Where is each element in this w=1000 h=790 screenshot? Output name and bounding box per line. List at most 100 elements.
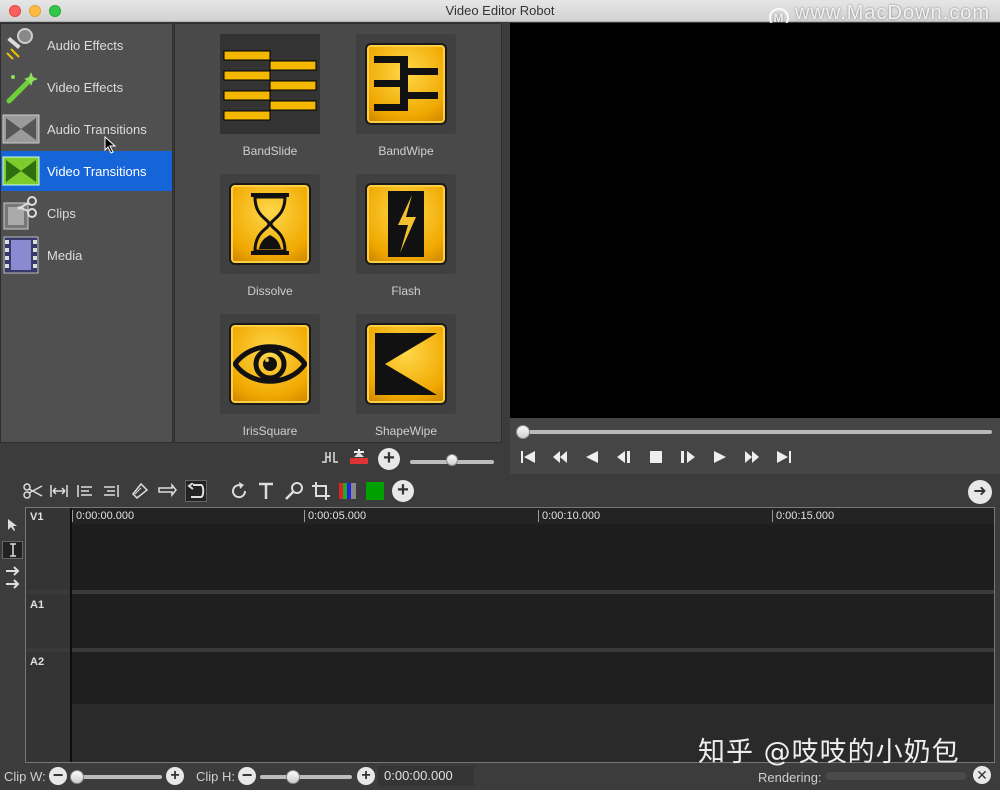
step-forward-icon[interactable] bbox=[678, 448, 698, 466]
effect-name: BandSlide bbox=[242, 144, 298, 158]
remove-effect-icon[interactable] bbox=[348, 448, 370, 469]
lightning-icon bbox=[356, 174, 456, 274]
triangle-icon bbox=[356, 314, 456, 414]
track-a2[interactable] bbox=[70, 652, 994, 704]
loop-icon[interactable] bbox=[156, 480, 178, 502]
play-icon[interactable] bbox=[710, 448, 730, 466]
clip-height-increase-button[interactable]: + bbox=[357, 767, 375, 785]
crop-icon[interactable] bbox=[310, 480, 332, 502]
category-panel: Audio Effects Video Effects Audio Transi… bbox=[0, 23, 173, 443]
category-audio-transitions[interactable]: Audio Transitions bbox=[1, 109, 172, 149]
window-title: Video Editor Robot bbox=[445, 3, 555, 18]
rotate-icon[interactable] bbox=[228, 480, 250, 502]
go-to-start-icon[interactable] bbox=[518, 448, 538, 466]
text-tool-icon[interactable] bbox=[255, 480, 277, 502]
video-preview bbox=[510, 23, 1000, 418]
track-label-a1: A1 bbox=[30, 599, 45, 611]
watermark-top-text: www.MacDown.com bbox=[794, 2, 990, 24]
clip-width-decrease-button[interactable]: − bbox=[49, 766, 67, 785]
effect-flash[interactable]: Flash bbox=[351, 174, 461, 304]
fast-rewind-icon[interactable] bbox=[550, 448, 570, 466]
hourglass-icon bbox=[220, 174, 320, 274]
clip-height-label: Clip H: bbox=[196, 769, 236, 784]
tool-palette bbox=[0, 507, 25, 763]
go-to-end-icon[interactable] bbox=[774, 448, 794, 466]
effect-name: IrisSquare bbox=[242, 424, 298, 438]
mouse-cursor-icon bbox=[104, 136, 117, 154]
category-audio-effects[interactable]: Audio Effects bbox=[1, 25, 172, 65]
track-label-v1: V1 bbox=[30, 511, 44, 523]
track-label-a2: A2 bbox=[30, 656, 45, 668]
category-label: Clips bbox=[47, 205, 76, 221]
clip-height-slider[interactable] bbox=[260, 775, 352, 779]
magic-wand-icon bbox=[1, 67, 41, 107]
clip-width-slider-knob[interactable] bbox=[70, 770, 84, 784]
fast-forward-icon[interactable] bbox=[742, 448, 762, 466]
export-arrow-button[interactable]: ➜ bbox=[968, 480, 992, 504]
clip-width-increase-button[interactable]: + bbox=[166, 767, 184, 785]
effect-name: Flash bbox=[391, 284, 421, 298]
clip-height-slider-knob[interactable] bbox=[286, 770, 300, 784]
effect-irissquare[interactable]: IrisSquare bbox=[215, 314, 325, 444]
eye-icon bbox=[220, 314, 320, 414]
category-label: Video Effects bbox=[47, 79, 124, 95]
category-label: Media bbox=[47, 247, 83, 263]
ruler-tick: 0:00:15.000 bbox=[772, 510, 834, 522]
add-track-button[interactable]: + bbox=[392, 480, 414, 502]
color-bars-icon[interactable] bbox=[337, 480, 359, 502]
time-ruler[interactable]: 0:00:00.000 0:00:05.000 0:00:10.000 0:00… bbox=[70, 508, 994, 524]
effect-bandslide[interactable]: BandSlide bbox=[215, 34, 325, 164]
effect-shapewipe[interactable]: ShapeWipe bbox=[351, 314, 461, 444]
watermark-bottom: 知乎 @吱吱的小奶包 bbox=[698, 737, 960, 768]
timeline: V1 A1 A2 0:00:00.000 0:00:05.000 0:00:10… bbox=[25, 507, 995, 763]
stop-icon[interactable] bbox=[646, 448, 666, 466]
minimize-window-button[interactable] bbox=[29, 5, 41, 17]
playhead[interactable] bbox=[70, 508, 72, 762]
zoom-window-button[interactable] bbox=[49, 5, 61, 17]
undo-icon[interactable] bbox=[185, 480, 207, 502]
step-back-icon[interactable] bbox=[614, 448, 634, 466]
category-label: Audio Effects bbox=[47, 37, 124, 53]
ruler-tick: 0:00:00.000 bbox=[72, 510, 134, 522]
zoom-icon[interactable] bbox=[283, 480, 305, 502]
rendering-label: Rendering: bbox=[758, 770, 822, 785]
film-scissors-icon bbox=[1, 193, 41, 233]
category-label: Video Transitions bbox=[47, 163, 147, 179]
marker-icon[interactable] bbox=[128, 480, 150, 502]
trim-end-icon[interactable] bbox=[100, 480, 122, 502]
move-all-tool-icon[interactable] bbox=[2, 575, 23, 593]
ruler-tick: 0:00:10.000 bbox=[538, 510, 600, 522]
effect-size-slider-knob[interactable] bbox=[446, 454, 458, 466]
track-a1[interactable] bbox=[70, 594, 994, 648]
add-effect-button[interactable]: + bbox=[378, 448, 400, 470]
category-video-effects[interactable]: Video Effects bbox=[1, 67, 172, 107]
cancel-render-button[interactable]: ✕ bbox=[973, 766, 991, 784]
transport-controls bbox=[510, 418, 1000, 474]
film-strip-icon bbox=[1, 235, 41, 275]
effect-dissolve[interactable]: Dissolve bbox=[215, 174, 325, 304]
scrub-knob[interactable] bbox=[516, 425, 530, 439]
trim-start-icon[interactable] bbox=[74, 480, 96, 502]
clip-width-label: Clip W: bbox=[4, 769, 46, 784]
clip-height-decrease-button[interactable]: − bbox=[238, 766, 256, 785]
green-screen-icon[interactable] bbox=[364, 480, 386, 502]
track-v1[interactable] bbox=[70, 524, 994, 590]
category-clips[interactable]: Clips bbox=[1, 193, 172, 233]
pointer-tool-icon[interactable] bbox=[2, 516, 23, 534]
category-video-transitions[interactable]: Video Transitions bbox=[1, 151, 172, 191]
scrub-bar[interactable] bbox=[518, 430, 992, 434]
split-icon[interactable] bbox=[320, 448, 340, 469]
category-label: Audio Transitions bbox=[47, 121, 147, 137]
effect-name: BandWipe bbox=[378, 144, 434, 158]
rendering-progress-bar bbox=[826, 772, 966, 780]
audio-effects-icon bbox=[1, 25, 41, 65]
effect-name: Dissolve bbox=[247, 284, 293, 298]
ibeam-tool-icon[interactable] bbox=[2, 541, 23, 559]
effect-bandwipe[interactable]: BandWipe bbox=[351, 34, 461, 164]
close-window-button[interactable] bbox=[9, 5, 21, 17]
trim-both-icon[interactable] bbox=[48, 480, 70, 502]
bandwipe-icon bbox=[356, 34, 456, 134]
play-reverse-icon[interactable] bbox=[582, 448, 602, 466]
scissors-icon[interactable] bbox=[22, 480, 44, 502]
category-media[interactable]: Media bbox=[1, 235, 172, 275]
